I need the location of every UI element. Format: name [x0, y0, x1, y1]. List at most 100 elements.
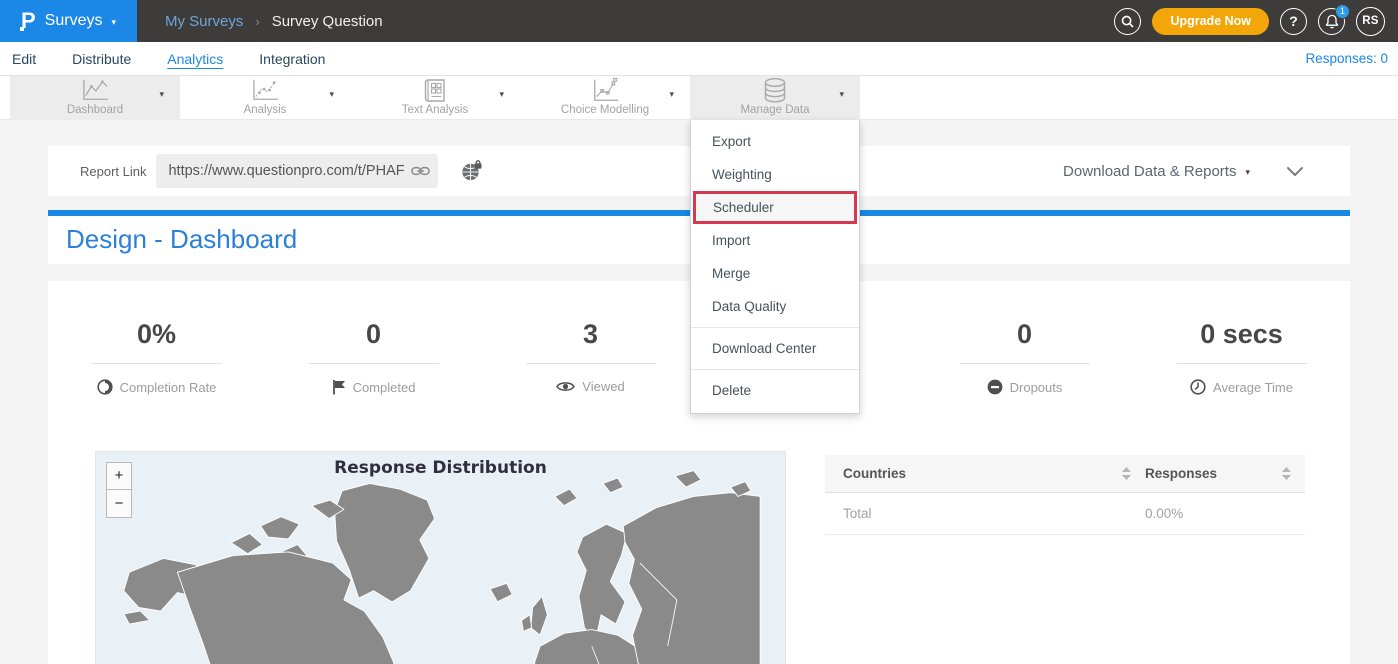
- breadcrumb-my-surveys[interactable]: My Surveys: [165, 13, 243, 30]
- divider: [1177, 363, 1307, 364]
- sort-countries-button[interactable]: [1122, 467, 1131, 480]
- survey-nav-items: Edit Distribute Analytics Integration: [0, 51, 325, 67]
- stat-label-row: Dropouts: [987, 379, 1063, 395]
- menu-item-data-quality[interactable]: Data Quality: [691, 290, 859, 323]
- sort-responses-button[interactable]: [1282, 467, 1291, 480]
- responses-count: Responses: 0: [1305, 51, 1398, 66]
- flag-icon: [332, 379, 346, 395]
- contrast-icon: [97, 379, 113, 395]
- top-bar: P Surveys ▾ My Surveys › Survey Question…: [0, 0, 1398, 42]
- tab-choice-modelling[interactable]: Choice Modelling▾: [520, 76, 690, 120]
- help-button[interactable]: ?: [1280, 8, 1307, 35]
- menu-item-export[interactable]: Export: [691, 125, 859, 158]
- stat-completed: 0 Completed: [265, 319, 482, 400]
- nav-item-integration[interactable]: Integration: [259, 51, 325, 67]
- menu-divider: [691, 369, 859, 370]
- search-icon: [1121, 15, 1134, 28]
- choice-chart-icon: [520, 78, 690, 102]
- tab-label: Dashboard: [10, 104, 180, 116]
- tab-analysis[interactable]: Analysis▾: [180, 76, 350, 120]
- nav-item-distribute[interactable]: Distribute: [72, 51, 131, 67]
- tab-label: Choice Modelling: [520, 104, 690, 116]
- tab-label: Text Analysis: [350, 104, 520, 116]
- stat-label: Completion Rate: [120, 380, 217, 395]
- stat-label: Average Time: [1213, 380, 1293, 395]
- caret-down-icon: ▾: [1245, 167, 1250, 178]
- collapse-report-bar-button[interactable]: [1286, 166, 1304, 177]
- tab-label: Analysis: [180, 104, 350, 116]
- stat-dropouts: 0 Dropouts: [916, 319, 1133, 400]
- tab-manage-data[interactable]: Manage Data▾: [690, 76, 860, 120]
- stat-label: Completed: [353, 380, 416, 395]
- menu-item-scheduler[interactable]: Scheduler: [693, 191, 857, 224]
- sort-icon: [1282, 467, 1291, 480]
- database-icon: [690, 78, 860, 102]
- nav-item-edit[interactable]: Edit: [12, 51, 36, 67]
- divider: [526, 363, 656, 364]
- scatter-chart-icon: [180, 78, 350, 102]
- report-url-input[interactable]: [156, 154, 438, 188]
- surveys-product-button[interactable]: P Surveys ▾: [0, 0, 137, 42]
- menu-item-import[interactable]: Import: [691, 224, 859, 257]
- app: { "colors":{ "accent_blue":"#1b87e6", "t…: [0, 0, 1398, 664]
- response-distribution-map: Response Distribution + −: [95, 451, 786, 664]
- line-chart-icon: [10, 78, 180, 102]
- menu-divider: [691, 327, 859, 328]
- report-visibility-button[interactable]: [460, 160, 483, 182]
- chevron-down-icon: ▾: [111, 17, 116, 28]
- stat-value: 0: [916, 319, 1133, 350]
- stat-label-row: Average Time: [1190, 379, 1293, 395]
- eye-icon: [556, 380, 575, 393]
- stat-value: 0: [265, 319, 482, 350]
- caret-down-icon: ▾: [499, 89, 504, 100]
- tab-text-analysis[interactable]: Text Analysis ▾: [350, 76, 520, 120]
- upgrade-now-button[interactable]: Upgrade Now: [1152, 8, 1269, 35]
- map-zoom-out-button[interactable]: −: [106, 490, 132, 518]
- stat-completion-rate: 0%Completion Rate: [48, 319, 265, 400]
- report-url-wrap: [156, 154, 438, 188]
- stat-label-row: Viewed: [556, 379, 624, 394]
- divider: [960, 363, 1090, 364]
- avatar[interactable]: RS: [1356, 7, 1385, 36]
- map-zoom-controls: + −: [106, 462, 132, 518]
- upgrade-now-label: Upgrade Now: [1170, 14, 1251, 28]
- menu-item-weighting[interactable]: Weighting: [691, 158, 859, 191]
- stat-average-time: 0 secsAverage Time: [1133, 319, 1350, 400]
- globe-lock-icon: [460, 160, 483, 182]
- table-row: Total0.00%: [825, 493, 1305, 535]
- stat-label: Dropouts: [1010, 380, 1063, 395]
- world-map[interactable]: [96, 452, 786, 664]
- countries-table: Countries Responses Total0.00%: [825, 455, 1305, 535]
- stat-value: 3: [482, 319, 699, 350]
- nav-item-analytics[interactable]: Analytics: [167, 51, 223, 67]
- stat-label-row: Completion Rate: [97, 379, 217, 395]
- analytics-toolbar: Dashboard▾Analysis▾Text Analysis▾Choice …: [0, 76, 1398, 120]
- menu-item-merge[interactable]: Merge: [691, 257, 859, 290]
- tab-dashboard[interactable]: Dashboard ▾: [10, 76, 180, 120]
- country-cell: Total: [825, 506, 1145, 521]
- top-actions: Upgrade Now ? 1 RS: [1114, 7, 1398, 36]
- caret-down-icon: ▾: [839, 89, 844, 100]
- stat-label: Viewed: [582, 379, 624, 394]
- countries-table-rows: Total0.00%: [825, 493, 1305, 535]
- download-data-reports-label: Download Data & Reports: [1063, 163, 1236, 180]
- link-icon[interactable]: [411, 165, 430, 177]
- menu-item-download-center[interactable]: Download Center: [691, 332, 859, 365]
- map-zoom-in-button[interactable]: +: [106, 462, 132, 490]
- countries-table-header: Countries Responses: [825, 455, 1305, 493]
- download-data-reports-dropdown[interactable]: Download Data & Reports ▾: [1063, 163, 1250, 180]
- stat-label-row: Completed: [332, 379, 416, 395]
- avatar-initials: RS: [1362, 15, 1379, 27]
- divider: [309, 363, 439, 364]
- clock-icon: [1190, 379, 1206, 395]
- notification-badge: 1: [1335, 4, 1350, 19]
- chevron-down-icon: [1286, 166, 1304, 177]
- questionpro-logo-icon: P: [21, 10, 36, 32]
- search-button[interactable]: [1114, 8, 1141, 35]
- sort-icon: [1122, 467, 1131, 480]
- caret-down-icon: ▾: [159, 89, 164, 100]
- help-icon: ?: [1289, 13, 1298, 29]
- menu-item-delete[interactable]: Delete: [691, 374, 859, 407]
- report-link-label: Report Link: [80, 164, 146, 179]
- notifications-button[interactable]: 1: [1318, 8, 1345, 35]
